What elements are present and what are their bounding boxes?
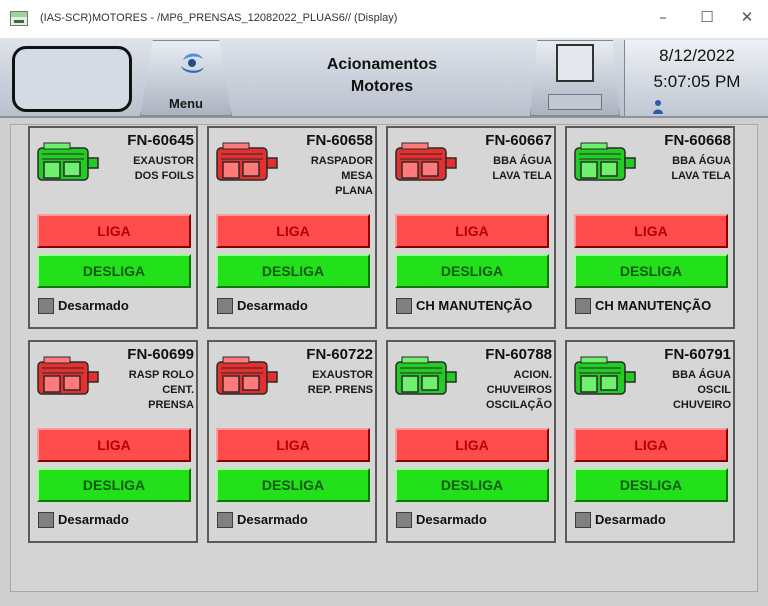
header-band: Menu Acionamentos Motores 8/12/2022 5:07… <box>0 38 768 118</box>
status-indicator <box>396 298 412 314</box>
motor-description: EXAUSTOR DOS FOILS <box>92 154 194 184</box>
logo-placeholder <box>12 46 132 112</box>
status-indicator <box>575 298 591 314</box>
motor-tag: FN-60658 <box>306 132 373 149</box>
motor-description: RASPADOR MESA PLANA <box>271 154 373 199</box>
motor-description: BBA ÁGUA LAVA TELA <box>629 154 731 184</box>
description-line: PRENSA <box>148 399 194 411</box>
close-button[interactable]: ✕ <box>734 6 760 28</box>
motor-tag: FN-60722 <box>306 346 373 363</box>
description-line: LAVA TELA <box>671 170 731 182</box>
status-indicator <box>575 512 591 528</box>
description-line: RASPADOR <box>310 155 373 167</box>
desliga-button[interactable]: DESLIGA <box>37 468 191 502</box>
desliga-button[interactable]: DESLIGA <box>574 254 728 288</box>
desliga-button[interactable]: DESLIGA <box>37 254 191 288</box>
screen-square-icon[interactable] <box>556 44 594 82</box>
motor-grid: FN-60645 EXAUSTOR DOS FOILS LIGA DESLIGA … <box>10 124 758 592</box>
description-line: ACION. <box>513 369 553 381</box>
motor-card-fn-60645: FN-60645 EXAUSTOR DOS FOILS LIGA DESLIGA … <box>28 126 198 329</box>
motor-tag: FN-60668 <box>664 132 731 149</box>
screen-title: Acionamentos Motores <box>260 54 504 98</box>
motor-tag: FN-60788 <box>485 346 552 363</box>
description-line: BBA ÁGUA <box>672 369 731 381</box>
status-label: Desarmado <box>595 512 666 527</box>
description-line: BBA ÁGUA <box>493 155 552 167</box>
motor-tag: FN-60645 <box>127 132 194 149</box>
desliga-button[interactable]: DESLIGA <box>216 468 370 502</box>
status-label: Desarmado <box>58 512 129 527</box>
motor-card-fn-60699: FN-60699 RASP ROLO CENT. PRENSA LIGA DESLI… <box>28 340 198 543</box>
description-line: REP. PRENS <box>307 384 373 396</box>
liga-button[interactable]: LIGA <box>216 428 370 462</box>
window-title: (IAS-SCR)MOTORES - /MP6_PRENSAS_12082022… <box>40 12 398 24</box>
window-titlebar: (IAS-SCR)MOTORES - /MP6_PRENSAS_12082022… <box>0 0 768 38</box>
description-line: CHUVEIRO <box>672 399 731 411</box>
date-display: 8/12/2022 <box>659 46 735 65</box>
liga-button[interactable]: LIGA <box>574 214 728 248</box>
description-line: EXAUSTOR <box>133 155 194 167</box>
status-indicator <box>217 298 233 314</box>
user-icon[interactable] <box>652 99 664 115</box>
liga-button[interactable]: LIGA <box>574 428 728 462</box>
liga-button[interactable]: LIGA <box>37 428 191 462</box>
description-line: CENT. <box>162 384 194 396</box>
motor-card-fn-60668: FN-60668 BBA ÁGUA LAVA TELA LIGA DESLIGA … <box>565 126 735 329</box>
status-label: Desarmado <box>416 512 487 527</box>
motor-description: BBA ÁGUA LAVA TELA <box>450 154 552 184</box>
desliga-button[interactable]: DESLIGA <box>574 468 728 502</box>
motor-card-fn-60658: FN-60658 RASPADOR MESA PLANA LIGA DESLIGA … <box>207 126 377 329</box>
status-label: CH MANUTENÇÃO <box>416 298 533 313</box>
motor-tag: FN-60667 <box>485 132 552 149</box>
datetime-panel: 8/12/2022 5:07:05 PM <box>624 40 768 116</box>
status-label: Desarmado <box>237 512 308 527</box>
time-display: 5:07:05 PM <box>653 72 741 91</box>
screen-title-line1: Acionamentos <box>326 56 438 73</box>
status-indicator <box>396 512 412 528</box>
app-icon <box>10 11 28 26</box>
description-line: BBA ÁGUA <box>672 155 731 167</box>
desliga-button[interactable]: DESLIGA <box>395 254 549 288</box>
motor-description: RASP ROLO CENT. PRENSA <box>92 368 194 413</box>
motor-tag: FN-60699 <box>127 346 194 363</box>
motor-card-fn-60722: FN-60722 EXAUSTOR REP. PRENS LIGA DESLIGA… <box>207 340 377 543</box>
liga-button[interactable]: LIGA <box>37 214 191 248</box>
liga-button[interactable]: LIGA <box>395 428 549 462</box>
description-line: OSCIL <box>697 384 731 396</box>
menu-swirl-icon <box>181 53 204 73</box>
description-line: OSCILAÇÃO <box>486 399 552 411</box>
scada-display: Menu Acionamentos Motores 8/12/2022 5:07… <box>0 38 768 606</box>
status-indicator <box>217 512 233 528</box>
description-line: LAVA TELA <box>492 170 552 182</box>
motor-tag: FN-60791 <box>664 346 731 363</box>
motor-card-fn-60791: FN-60791 BBA ÁGUA OSCIL CHUVEIRO LIGA DESL… <box>565 340 735 543</box>
maximize-button[interactable]: ☐ <box>694 6 720 28</box>
liga-button[interactable]: LIGA <box>216 214 370 248</box>
minimize-button[interactable]: – <box>650 6 676 28</box>
status-indicator <box>38 298 54 314</box>
screen-title-line2: Motores <box>350 78 414 95</box>
screen-bar[interactable] <box>548 94 602 110</box>
menu-label[interactable]: Menu <box>150 96 222 111</box>
desliga-button[interactable]: DESLIGA <box>216 254 370 288</box>
status-indicator <box>38 512 54 528</box>
motor-description: EXAUSTOR REP. PRENS <box>271 368 373 398</box>
motor-card-fn-60788: FN-60788 ACION. CHUVEIROS OSCILAÇÃO LIGA D… <box>386 340 556 543</box>
description-line: DOS FOILS <box>134 170 194 182</box>
description-line: MESA <box>341 170 373 182</box>
description-line: CHUVEIROS <box>486 384 552 396</box>
desliga-button[interactable]: DESLIGA <box>395 468 549 502</box>
status-label: Desarmado <box>58 298 129 313</box>
motor-description: BBA ÁGUA OSCIL CHUVEIRO <box>629 368 731 413</box>
status-label: Desarmado <box>237 298 308 313</box>
description-line: EXAUSTOR <box>312 369 373 381</box>
description-line: RASP ROLO <box>128 369 194 381</box>
motor-description: ACION. CHUVEIROS OSCILAÇÃO <box>450 368 552 413</box>
liga-button[interactable]: LIGA <box>395 214 549 248</box>
status-label: CH MANUTENÇÃO <box>595 298 712 313</box>
motor-card-fn-60667: FN-60667 BBA ÁGUA LAVA TELA LIGA DESLIGA … <box>386 126 556 329</box>
description-line: PLANA <box>335 185 373 197</box>
